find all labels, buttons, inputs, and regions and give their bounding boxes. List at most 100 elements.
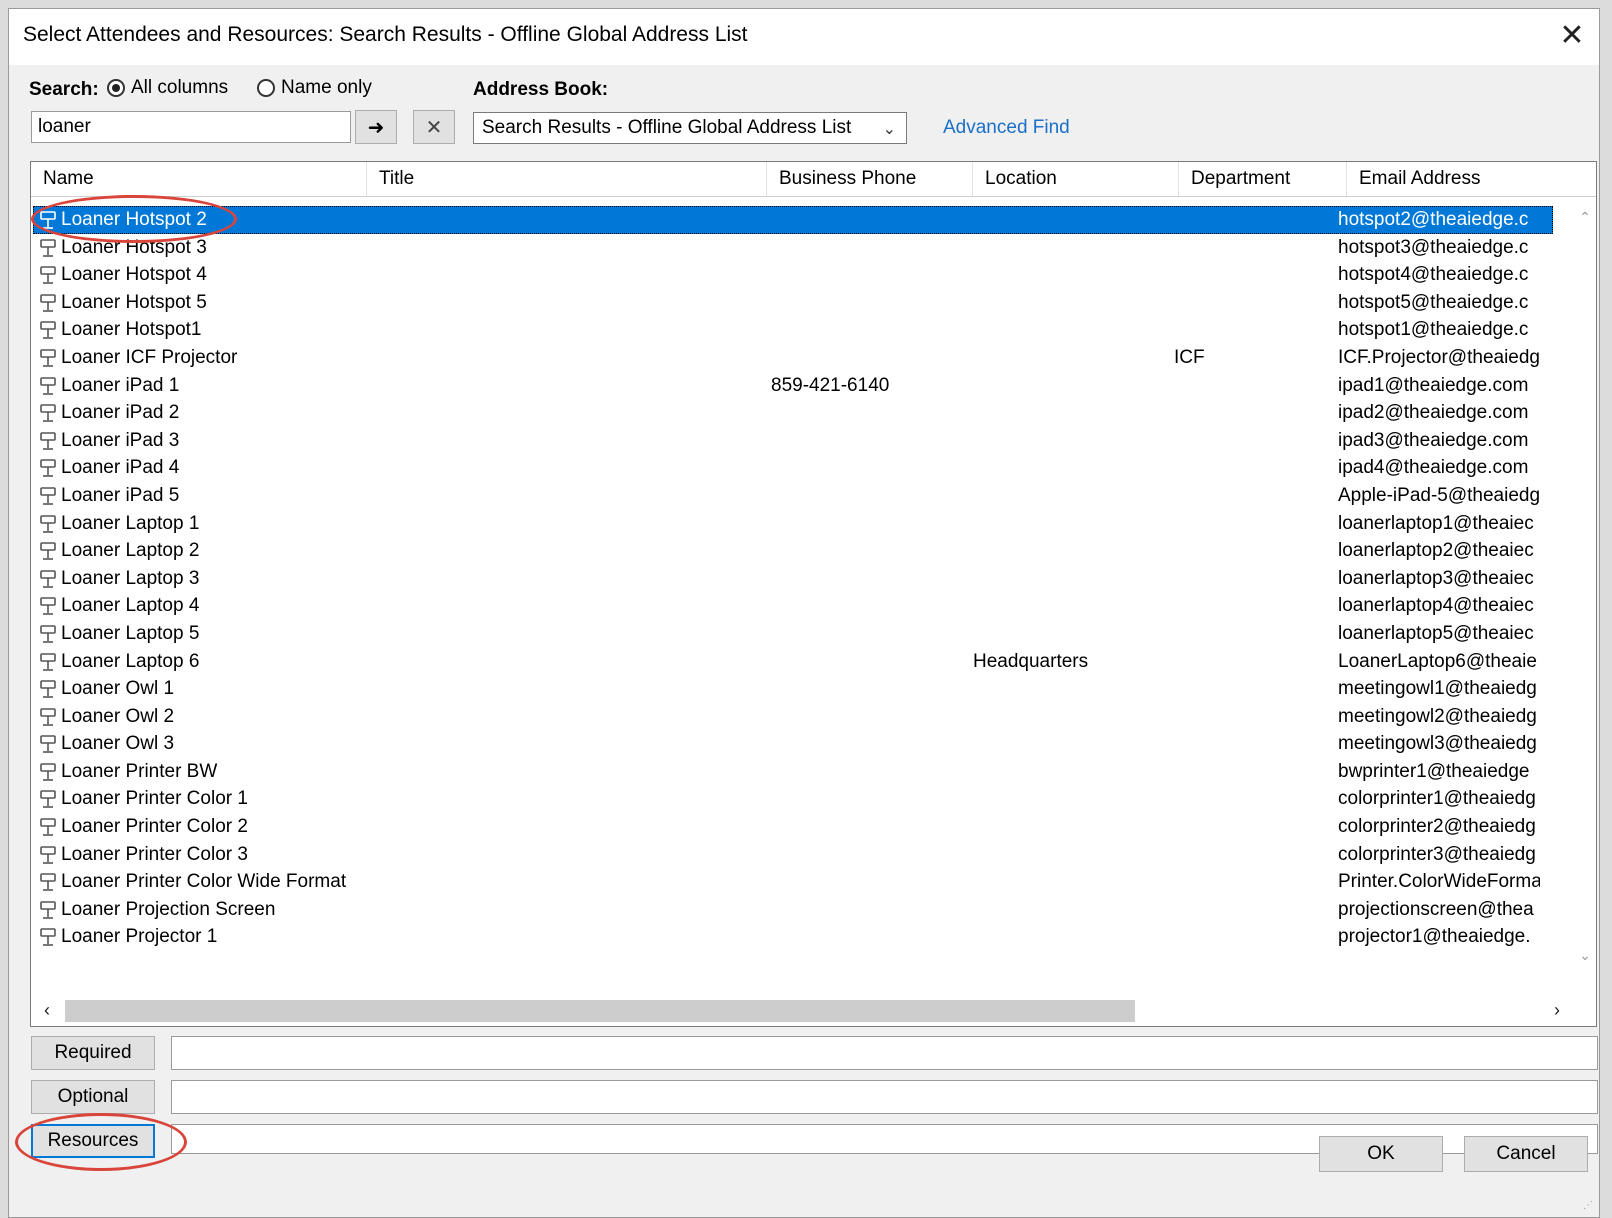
row-email: projectionscreen@thea: [1338, 898, 1534, 920]
resources-button[interactable]: Resources: [31, 1124, 155, 1158]
row-location: [973, 482, 1173, 510]
row-department: [1174, 399, 1324, 427]
row-email: loanerlaptop5@theaiec: [1338, 622, 1534, 644]
resource-icon: [39, 265, 57, 285]
row-email: ipad1@theaiedge.com: [1338, 374, 1529, 396]
table-row[interactable]: Loaner Hotspot 2 hotspot2@theaiedge.c: [33, 206, 1553, 234]
table-row[interactable]: Loaner iPad 2 ipad2@theaiedge.com: [33, 399, 1553, 427]
row-department: ICF: [1174, 346, 1205, 368]
row-department: [1174, 510, 1324, 538]
table-row[interactable]: Loaner Laptop 4 loanerlaptop4@theaiec: [33, 592, 1553, 620]
row-business-phone: [771, 703, 951, 731]
advanced-find-link[interactable]: Advanced Find: [943, 117, 1070, 139]
go-button[interactable]: ➜: [355, 110, 397, 144]
required-field[interactable]: [171, 1036, 1598, 1070]
table-row[interactable]: Loaner Projection Screen projectionscreen…: [33, 896, 1553, 924]
scroll-down-icon[interactable]: ⌄: [1574, 944, 1596, 966]
table-row[interactable]: Loaner Hotspot 4 hotspot4@theaiedge.c: [33, 261, 1553, 289]
column-header-location[interactable]: Location: [973, 162, 1179, 196]
table-row[interactable]: Loaner Laptop 2 loanerlaptop2@theaiec: [33, 537, 1553, 565]
cancel-button[interactable]: Cancel: [1464, 1136, 1588, 1172]
table-row[interactable]: Loaner Printer BW bwprinter1@theaiedge: [33, 758, 1553, 786]
resource-icon: [39, 817, 57, 837]
table-row[interactable]: Loaner Owl 3 meetingowl3@theaiedg: [33, 730, 1553, 758]
column-header-business-phone[interactable]: Business Phone: [767, 162, 973, 196]
row-name: Loaner Hotspot 2: [61, 209, 207, 230]
resource-icon: [39, 927, 57, 947]
row-email: loanerlaptop4@theaiec: [1338, 595, 1534, 617]
resource-icon: [39, 679, 57, 699]
ok-button[interactable]: OK: [1319, 1136, 1443, 1172]
row-email: ipad3@theaiedge.com: [1338, 429, 1529, 451]
radio-name-only[interactable]: Name only: [257, 77, 372, 99]
table-row[interactable]: Loaner Laptop 1 loanerlaptop1@theaiec: [33, 510, 1553, 538]
clear-search-button[interactable]: ✕: [413, 110, 455, 144]
table-row[interactable]: Loaner Laptop 6 Headquarters LoanerLaptop6…: [33, 648, 1553, 676]
row-location: Headquarters: [973, 650, 1089, 672]
row-email: meetingowl2@theaiedg: [1338, 705, 1537, 727]
scroll-left-icon[interactable]: ‹: [33, 996, 61, 1024]
row-business-phone: [771, 289, 951, 317]
optional-button[interactable]: Optional: [31, 1080, 155, 1114]
table-row[interactable]: Loaner Printer Color 1 colorprinter1@thea…: [33, 785, 1553, 813]
row-department: [1174, 785, 1324, 813]
row-location: [973, 565, 1173, 593]
table-row[interactable]: Loaner ICF Projector ICF ICF.Projector@the…: [33, 344, 1553, 372]
radio-all-columns[interactable]: All columns: [107, 77, 228, 99]
table-row[interactable]: Loaner Projector 1 projector1@theaiedge.: [33, 923, 1553, 951]
clear-icon: ✕: [425, 116, 443, 139]
table-row[interactable]: Loaner Hotspot 3 hotspot3@theaiedge.c: [33, 234, 1553, 262]
address-book-dropdown[interactable]: Search Results - Offline Global Address …: [473, 112, 907, 144]
horizontal-scroll-thumb[interactable]: [65, 1000, 1135, 1022]
row-location: [973, 289, 1173, 317]
radio-name-only-label: Name only: [281, 77, 372, 98]
required-button[interactable]: Required: [31, 1036, 155, 1070]
row-business-phone: [771, 482, 951, 510]
row-location: [973, 730, 1173, 758]
column-header-email[interactable]: Email Address: [1347, 162, 1596, 196]
row-department: [1174, 758, 1324, 786]
resource-icon: [39, 789, 57, 809]
table-row[interactable]: Loaner Printer Color 2 colorprinter2@thea…: [33, 813, 1553, 841]
row-name: Loaner Laptop 1: [61, 512, 200, 534]
horizontal-scrollbar[interactable]: ‹ ›: [33, 996, 1571, 1024]
table-row[interactable]: Loaner iPad 1 859-421-6140 ipad1@theaiedge…: [33, 372, 1553, 400]
table-row[interactable]: Loaner Printer Color Wide Format Printer.…: [33, 868, 1553, 896]
table-row[interactable]: Loaner Hotspot1 hotspot1@theaiedge.c: [33, 316, 1553, 344]
optional-field[interactable]: [171, 1080, 1598, 1114]
table-row[interactable]: Loaner Hotspot 5 hotspot5@theaiedge.c: [33, 289, 1553, 317]
table-row[interactable]: Loaner Laptop 5 loanerlaptop5@theaiec: [33, 620, 1553, 648]
row-email: hotspot5@theaiedge.c: [1338, 291, 1529, 313]
row-name: Loaner Laptop 2: [61, 540, 200, 562]
table-row[interactable]: Loaner iPad 3 ipad3@theaiedge.com: [33, 427, 1553, 455]
search-label: Search:: [29, 79, 99, 100]
resource-icon: [39, 762, 57, 782]
close-icon[interactable]: ✕: [1549, 15, 1595, 55]
scroll-up-icon[interactable]: ⌃: [1574, 206, 1596, 228]
row-name: Loaner iPad 2: [61, 402, 180, 424]
row-name: Loaner ICF Projector: [61, 346, 238, 368]
results-list[interactable]: Name Title Business Phone Location Depar…: [30, 161, 1597, 1027]
row-name: Loaner iPad 3: [61, 429, 180, 451]
column-header-department[interactable]: Department: [1179, 162, 1347, 196]
column-header-title[interactable]: Title: [367, 162, 767, 196]
table-row[interactable]: Loaner iPad 5 Apple-iPad-5@theaiedg: [33, 482, 1553, 510]
row-business-phone: [771, 620, 951, 648]
row-business-phone: 859-421-6140: [771, 374, 890, 396]
row-name: Loaner Laptop 5: [61, 622, 200, 644]
row-business-phone: [771, 868, 951, 896]
column-header-name[interactable]: Name: [31, 162, 367, 196]
table-row[interactable]: Loaner Printer Color 3 colorprinter3@thea…: [33, 841, 1553, 869]
row-name: Loaner Laptop 6: [61, 650, 200, 672]
table-row[interactable]: Loaner Owl 2 meetingowl2@theaiedg: [33, 703, 1553, 731]
scroll-right-icon[interactable]: ›: [1543, 996, 1571, 1024]
resource-icon: [39, 707, 57, 727]
vertical-scrollbar[interactable]: ⌃ ⌄: [1574, 206, 1596, 966]
resource-icon: [39, 238, 57, 258]
table-row[interactable]: Loaner Owl 1 meetingowl1@theaiedg: [33, 675, 1553, 703]
search-input[interactable]: [31, 111, 351, 143]
table-row[interactable]: Loaner Laptop 3 loanerlaptop3@theaiec: [33, 565, 1553, 593]
resize-grip-icon[interactable]: ⋰: [1583, 1200, 1593, 1211]
row-name: Loaner Projection Screen: [61, 898, 276, 920]
table-row[interactable]: Loaner iPad 4 ipad4@theaiedge.com: [33, 454, 1553, 482]
